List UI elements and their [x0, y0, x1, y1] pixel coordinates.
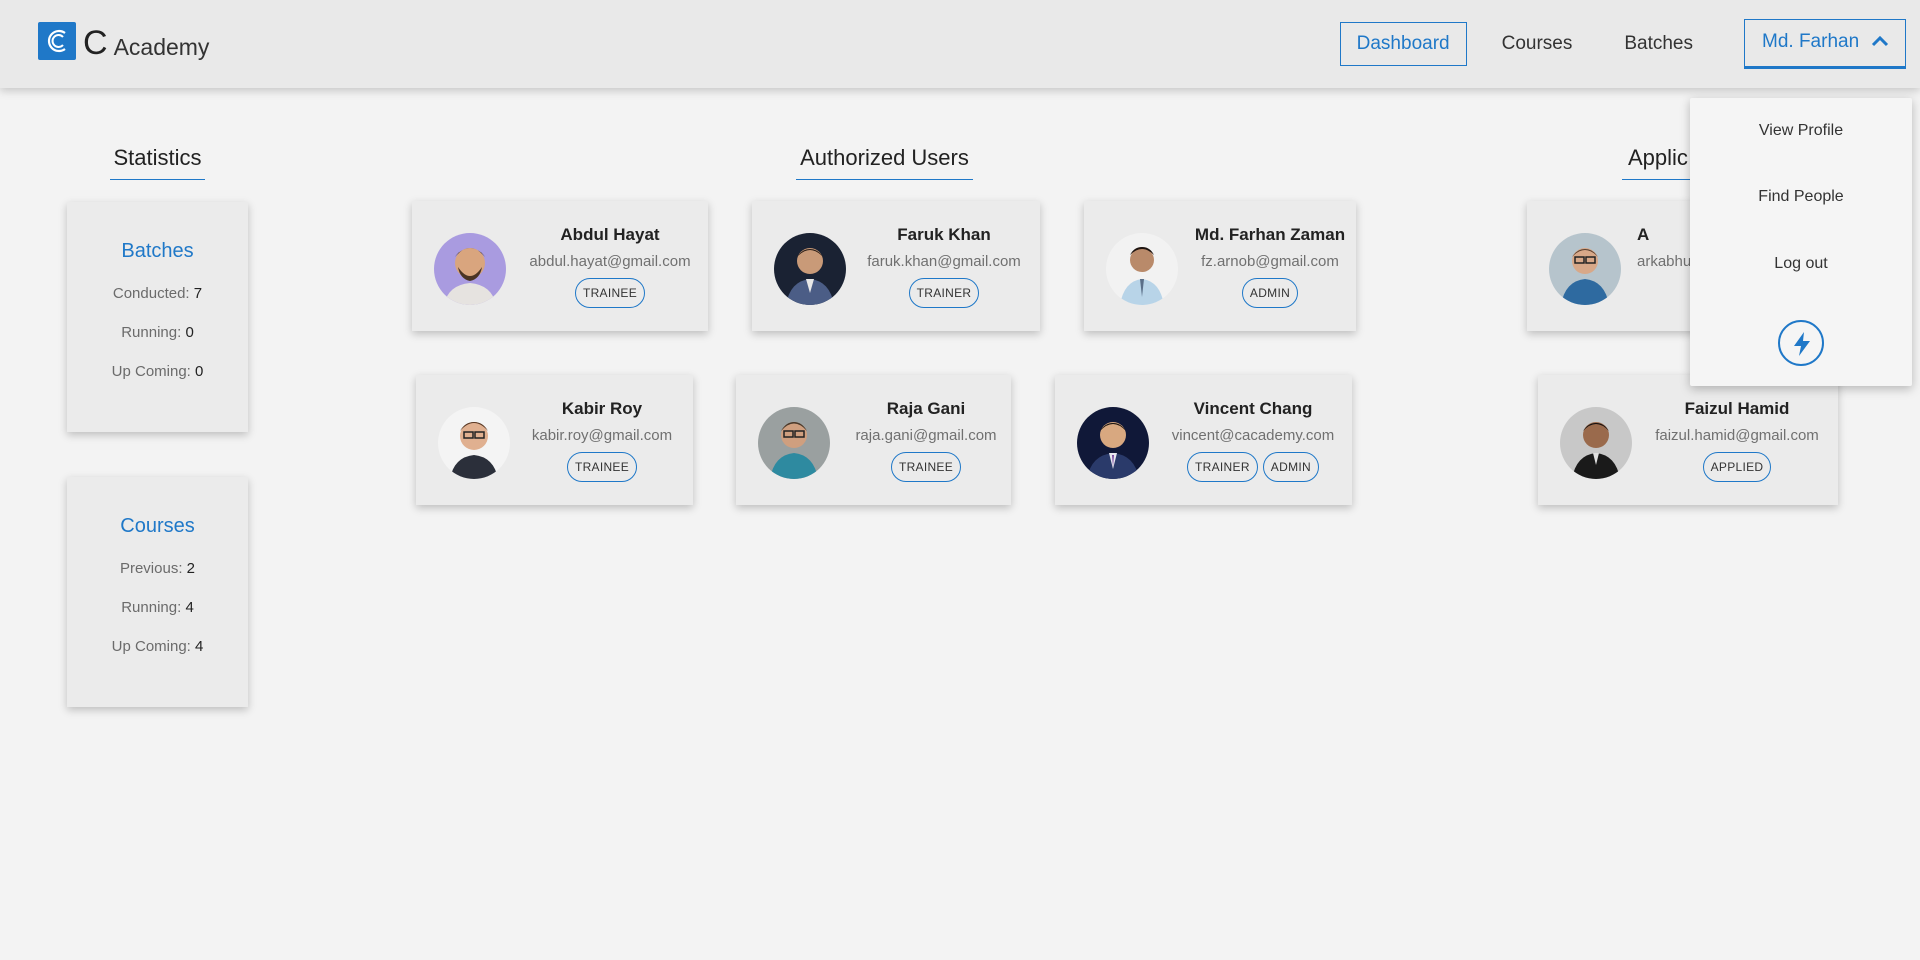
user-email: fz.arnob@gmail.com	[1201, 253, 1339, 270]
user-info: Kabir Roy kabir.roy@gmail.com TRAINEE	[522, 399, 682, 482]
log-out-link[interactable]: Log out	[1690, 255, 1912, 273]
user-email: faizul.hamid@gmail.com	[1655, 427, 1819, 444]
user-menu-label: Md. Farhan	[1762, 31, 1860, 52]
user-email: faruk.khan@gmail.com	[867, 253, 1021, 270]
user-name: Vincent Chang	[1193, 399, 1313, 418]
user-card[interactable]: Kabir Roy kabir.roy@gmail.com TRAINEE	[416, 375, 693, 505]
avatar	[774, 233, 846, 305]
user-info: Faizul Hamid faizul.hamid@gmail.com APPL…	[1644, 399, 1830, 482]
user-card[interactable]: Raja Gani raja.gani@gmail.com TRAINEE	[736, 375, 1011, 505]
user-dropdown-menu: View Profile Find People Log out	[1690, 98, 1912, 386]
user-info: Vincent Chang vincent@cacademy.com TRAIN…	[1163, 399, 1343, 482]
user-name: Md. Farhan Zaman	[1194, 225, 1346, 244]
avatar	[1560, 407, 1632, 479]
role-badge: TRAINEE	[890, 452, 962, 482]
stat-row: Running: 0	[121, 324, 194, 341]
user-menu-toggle[interactable]: Md. Farhan	[1744, 19, 1906, 69]
user-name: Kabir Roy	[561, 399, 643, 418]
avatar	[438, 407, 510, 479]
batches-stat-card: Batches Conducted: 7 Running: 0 Up Comin…	[67, 202, 248, 432]
brand-logo-link[interactable]: C Academy	[38, 22, 209, 60]
status-badge: APPLIED	[1702, 452, 1772, 482]
find-people-link[interactable]: Find People	[1690, 188, 1912, 206]
user-name: Abdul Hayat	[560, 225, 660, 244]
chevron-up-icon	[1871, 35, 1889, 47]
user-info: Faruk Khan faruk.khan@gmail.com TRAINER	[856, 225, 1032, 308]
stat-row: Up Coming: 4	[111, 638, 204, 655]
academy-logo-icon	[38, 22, 76, 60]
user-email: raja.gani@gmail.com	[855, 427, 997, 444]
user-info: Md. Farhan Zaman fz.arnob@gmail.com ADMI…	[1190, 225, 1350, 308]
stat-row: Running: 4	[121, 599, 194, 616]
view-profile-link[interactable]: View Profile	[1690, 122, 1912, 140]
role-badge: ADMIN	[1241, 278, 1299, 308]
avatar	[1106, 233, 1178, 305]
user-name: Faruk Khan	[897, 225, 991, 244]
user-card[interactable]: Abdul Hayat abdul.hayat@gmail.com TRAINE…	[412, 201, 708, 331]
user-email: vincent@cacademy.com	[1171, 427, 1335, 444]
top-navbar: C Academy Dashboard Courses Batches Md. …	[0, 0, 1920, 88]
user-name: Raja Gani	[886, 399, 966, 418]
avatar	[1077, 407, 1149, 479]
user-card[interactable]: Faizul Hamid faizul.hamid@gmail.com APPL…	[1538, 375, 1838, 505]
avatar	[434, 233, 506, 305]
avatar	[758, 407, 830, 479]
role-badge: TRAINEE	[574, 278, 646, 308]
avatar	[1549, 233, 1621, 305]
role-badge: TRAINEE	[566, 452, 638, 482]
nav-batches[interactable]: Batches	[1607, 22, 1710, 66]
user-card[interactable]: Faruk Khan faruk.khan@gmail.com TRAINER	[752, 201, 1040, 331]
statistics-title: Statistics	[110, 145, 205, 180]
brand-name: Academy	[113, 34, 210, 60]
batches-stat-title: Batches	[121, 240, 194, 262]
role-badge: TRAINER	[908, 278, 980, 308]
role-badge: ADMIN	[1262, 452, 1319, 482]
courses-stat-card: Courses Previous: 2 Running: 4 Up Coming…	[67, 477, 248, 707]
stat-row: Up Coming: 0	[111, 363, 204, 380]
user-info: Raja Gani raja.gani@gmail.com TRAINEE	[846, 399, 1006, 482]
role-badge: TRAINER	[1187, 452, 1258, 482]
authorized-users-title: Authorized Users	[796, 145, 973, 180]
stat-row: Previous: 2	[119, 560, 196, 577]
nav-menu: Dashboard Courses Batches Md. Farhan	[1322, 19, 1906, 69]
user-info: Abdul Hayat abdul.hayat@gmail.com TRAINE…	[522, 225, 698, 308]
nav-dashboard[interactable]: Dashboard	[1339, 22, 1467, 66]
user-card[interactable]: Md. Farhan Zaman fz.arnob@gmail.com ADMI…	[1084, 201, 1356, 331]
courses-stat-title: Courses	[120, 515, 195, 537]
stat-row: Conducted: 7	[112, 285, 203, 302]
user-name: Faizul Hamid	[1684, 399, 1790, 418]
user-card[interactable]: Vincent Chang vincent@cacademy.com TRAIN…	[1055, 375, 1352, 505]
nav-courses[interactable]: Courses	[1485, 22, 1590, 66]
user-email: abdul.hayat@gmail.com	[529, 253, 691, 270]
lightning-bolt-icon[interactable]	[1778, 320, 1824, 366]
user-email: kabir.roy@gmail.com	[531, 427, 673, 444]
brand-letter: C	[83, 24, 108, 62]
